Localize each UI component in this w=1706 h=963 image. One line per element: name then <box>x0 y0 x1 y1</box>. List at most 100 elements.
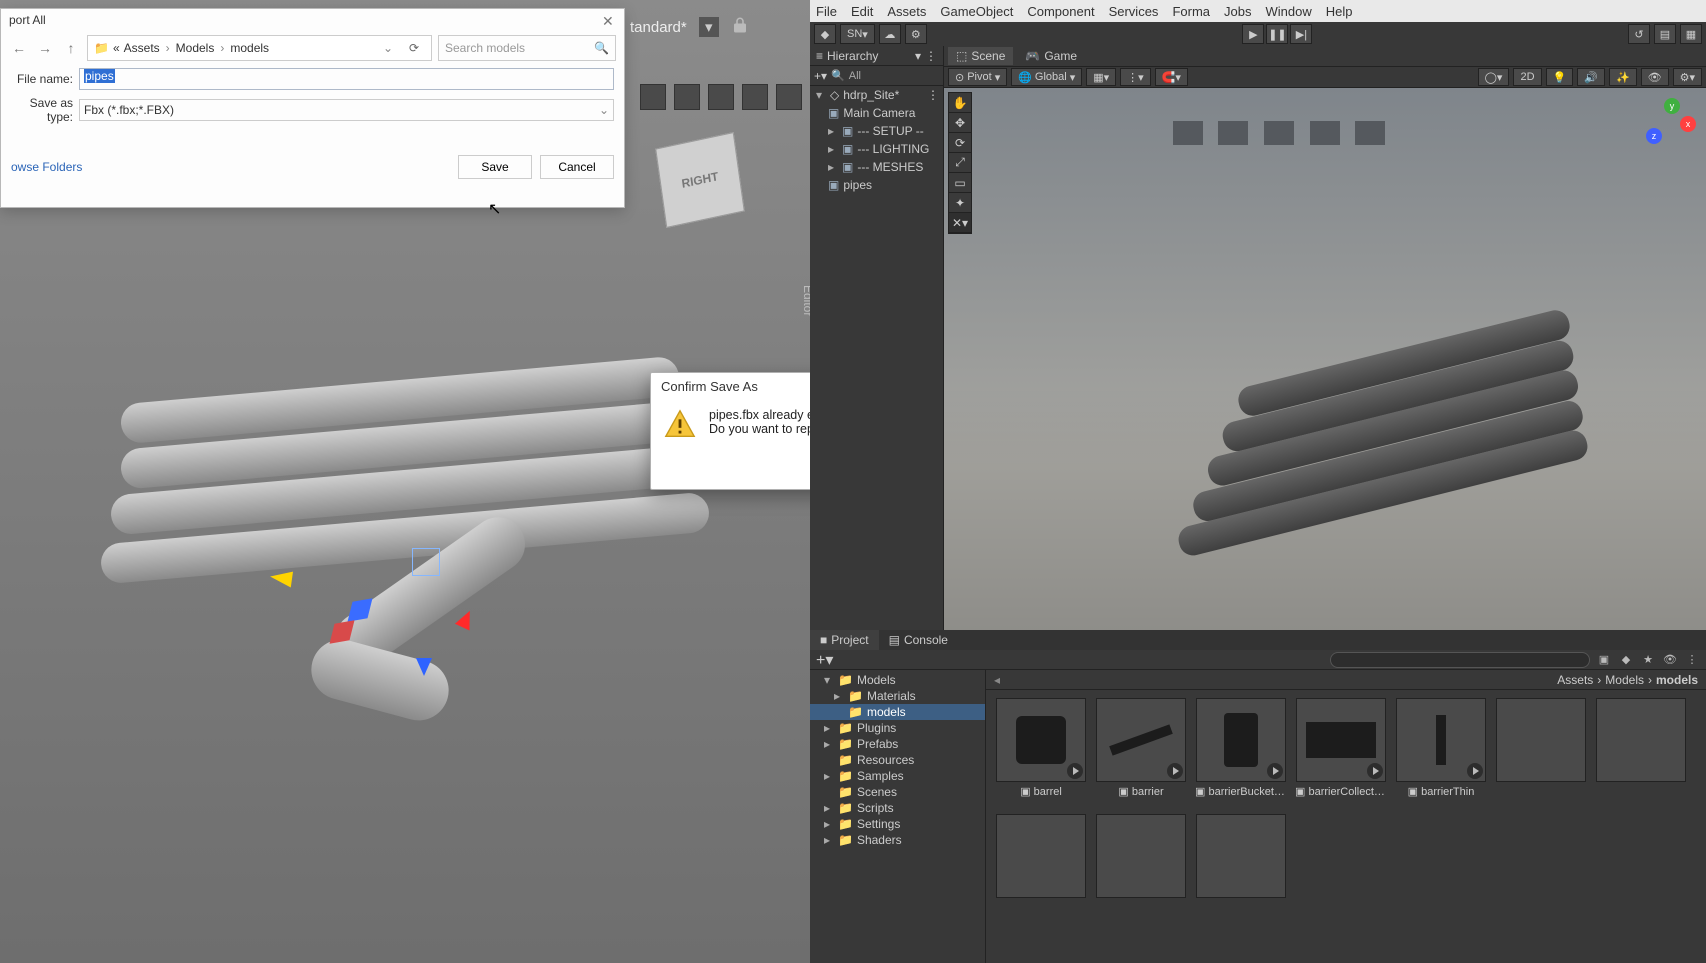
audio-icon[interactable]: 🔊 <box>1577 68 1605 86</box>
filename-input[interactable]: pipes <box>79 68 614 90</box>
hierarchy-item[interactable]: ▸▣--- LIGHTING <box>810 140 943 158</box>
hidden-packages-icon[interactable]: 👁 <box>1662 652 1678 668</box>
tree-folder[interactable]: ▸📁Shaders <box>810 832 985 848</box>
panel-options-icon[interactable]: ⋮ <box>925 49 937 63</box>
gizmo-axis-y[interactable] <box>416 658 432 676</box>
back-icon[interactable]: ← <box>9 38 29 58</box>
tree-folder-selected[interactable]: 📁models <box>810 704 985 720</box>
sn-dropdown[interactable]: SN ▾ <box>840 24 875 44</box>
search-input[interactable]: Search models 🔍 <box>438 35 616 61</box>
forward-icon[interactable]: → <box>35 38 55 58</box>
menu-gameobject[interactable]: GameObject <box>940 4 1013 19</box>
console-tab[interactable]: ▤Console <box>879 630 958 650</box>
shelf-icon[interactable] <box>674 84 700 110</box>
cloud-icon[interactable]: ☁ <box>879 24 901 44</box>
menu-services[interactable]: Services <box>1109 4 1159 19</box>
shelf-icon[interactable] <box>742 84 768 110</box>
tree-folder[interactable]: ▾📁Models <box>810 672 985 688</box>
gizmo-axis-x[interactable] <box>269 569 293 588</box>
browse-folders-link[interactable]: owse Folders <box>11 160 82 174</box>
search-by-label-icon[interactable]: ◆ <box>1618 652 1634 668</box>
save-button[interactable]: Save <box>458 155 532 179</box>
shelf-icon[interactable] <box>640 84 666 110</box>
asset-item[interactable]: ▣ barrierCollection <box>1294 698 1388 808</box>
favorites-icon[interactable]: ★ <box>1640 652 1656 668</box>
game-tab[interactable]: 🎮Game <box>1017 47 1085 65</box>
preview-play-icon[interactable] <box>1267 763 1283 779</box>
draw-mode-icon[interactable]: ◯▾ <box>1478 68 1510 86</box>
breadcrumb-part[interactable]: Assets <box>124 41 160 55</box>
cancel-button[interactable]: Cancel <box>540 155 614 179</box>
tree-folder[interactable]: 📁Resources <box>810 752 985 768</box>
chevron-down-icon[interactable]: ⌄ <box>377 41 399 55</box>
shelf-icon[interactable] <box>776 84 802 110</box>
undo-history-icon[interactable]: ↺ <box>1628 24 1650 44</box>
pause-button[interactable]: ❚❚ <box>1266 24 1288 44</box>
preview-play-icon[interactable] <box>1467 763 1483 779</box>
tree-folder[interactable]: ▸📁Materials <box>810 688 985 704</box>
context-menu-icon[interactable]: ⋮ <box>927 88 939 102</box>
move-tool-icon[interactable]: ✥ <box>949 113 971 133</box>
filetype-select[interactable]: Fbx (*.fbx;*.FBX) ⌄ <box>79 99 614 121</box>
tree-folder[interactable]: 📁Scenes <box>810 784 985 800</box>
gear-icon[interactable]: ⚙ <box>905 24 927 44</box>
preview-play-icon[interactable] <box>1067 763 1083 779</box>
project-search-input[interactable] <box>1330 652 1590 668</box>
up-icon[interactable]: ↑ <box>61 38 81 58</box>
menu-assets[interactable]: Assets <box>887 4 926 19</box>
menu-file[interactable]: File <box>816 4 837 19</box>
view-cube[interactable]: RIGHT <box>655 132 745 228</box>
custom-tool-icon[interactable]: ✕▾ <box>949 213 971 233</box>
rect-tool-icon[interactable]: ▭ <box>949 173 971 193</box>
scale-tool-icon[interactable]: ⤢ <box>949 153 971 173</box>
layers-icon[interactable]: ▤ <box>1654 24 1676 44</box>
preview-play-icon[interactable] <box>1367 763 1383 779</box>
hierarchy-scene-root[interactable]: ▾◇hdrp_Site*⋮ <box>810 86 943 104</box>
layout-icon[interactable]: ▦ <box>1680 24 1702 44</box>
lighting-icon[interactable]: 💡 <box>1546 68 1574 86</box>
scene-view[interactable]: ✋ ✥ ⟳ ⤢ ▭ ✦ ✕▾ x y z <box>944 88 1706 630</box>
fx-icon[interactable]: ✨ <box>1609 68 1637 86</box>
hierarchy-item[interactable]: ▣Main Camera <box>810 104 943 122</box>
tree-folder[interactable]: ▸📁Settings <box>810 816 985 832</box>
asset-item[interactable] <box>1594 698 1688 808</box>
panel-options-icon[interactable]: ⋮ <box>1684 652 1700 668</box>
panel-menu-icon[interactable]: ▾ <box>915 49 921 63</box>
hidden-icon[interactable]: 👁 <box>1641 68 1669 86</box>
tree-folder[interactable]: ▸📁Samples <box>810 768 985 784</box>
hierarchy-item[interactable]: ▸▣--- MESHES <box>810 158 943 176</box>
hand-tool-icon[interactable]: ✋ <box>949 93 971 113</box>
asset-item[interactable] <box>1094 814 1188 924</box>
breadcrumb-part[interactable]: models <box>1656 673 1698 687</box>
2d-toggle[interactable]: 2D <box>1513 68 1541 86</box>
snap-icon[interactable]: 🧲▾ <box>1155 68 1188 86</box>
create-plus-icon[interactable]: +▾ <box>816 650 833 670</box>
gizmo-center-select[interactable] <box>412 548 440 576</box>
asset-item[interactable]: ▣ barrierBucketSing... <box>1194 698 1288 808</box>
shelf-icon[interactable] <box>708 84 734 110</box>
hierarchy-item[interactable]: ▸▣--- SETUP -- <box>810 122 943 140</box>
asset-item[interactable]: ▣ barrel <box>994 698 1088 808</box>
asset-item[interactable] <box>994 814 1088 924</box>
asset-item[interactable] <box>1194 814 1288 924</box>
create-plus-icon[interactable]: +▾ <box>814 69 827 83</box>
global-toggle[interactable]: 🌐Global▾ <box>1011 68 1082 86</box>
gizmos-icon[interactable]: ⚙▾ <box>1673 68 1702 86</box>
account-icon[interactable]: ◆ <box>814 24 836 44</box>
breadcrumb-path[interactable]: 📁 « Assets › Models › models ⌄ ⟳ <box>87 35 432 61</box>
breadcrumb-part[interactable]: Models <box>176 41 215 55</box>
menu-jobs[interactable]: Jobs <box>1224 4 1251 19</box>
menu-window[interactable]: Window <box>1265 4 1311 19</box>
tree-folder[interactable]: ▸📁Scripts <box>810 800 985 816</box>
preview-play-icon[interactable] <box>1167 763 1183 779</box>
hierarchy-item[interactable]: ▣pipes <box>810 176 943 194</box>
menu-forma[interactable]: Forma <box>1172 4 1210 19</box>
increment-snap-icon[interactable]: ⋮▾ <box>1120 68 1151 86</box>
project-tab[interactable]: ■Project <box>810 630 879 650</box>
asset-item[interactable] <box>1494 698 1588 808</box>
asset-item[interactable]: ▣ barrierThin <box>1394 698 1488 808</box>
close-icon[interactable]: ✕ <box>602 13 616 27</box>
search-by-type-icon[interactable]: ▣ <box>1596 652 1612 668</box>
step-button[interactable]: ▶| <box>1290 24 1312 44</box>
menu-component[interactable]: Component <box>1027 4 1094 19</box>
